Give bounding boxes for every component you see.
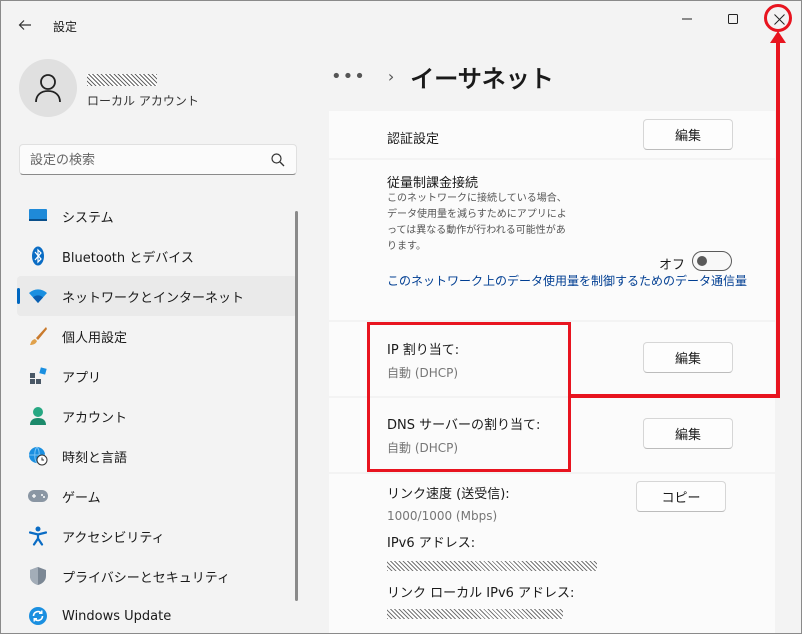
sidebar-item-label: Windows Update <box>62 608 172 624</box>
sidebar-item-label: ゲーム <box>62 490 101 506</box>
shield-icon <box>27 565 49 587</box>
metered-connection-row: 従量制課金接続 このネットワークに接続している場合、データ使用量を減らすためにア… <box>329 160 775 320</box>
gamepad-icon <box>27 485 49 507</box>
sidebar-item-label: Bluetooth とデバイス <box>62 250 194 266</box>
avatar[interactable] <box>19 59 77 117</box>
sidebar-item-label: 時刻と言語 <box>62 450 128 466</box>
settings-window: 設定 ローカル アカウント 設定の検索 システム Bluetooth とデバイス… <box>0 0 802 634</box>
sidebar-item-apps[interactable]: アプリ <box>17 356 297 396</box>
metered-connection-toggle[interactable] <box>692 251 732 271</box>
sidebar-item-network[interactable]: ネットワークとインターネット <box>17 276 297 316</box>
bluetooth-icon <box>27 245 49 267</box>
sidebar-nav: システム Bluetooth とデバイス ネットワークとインターネット 個人用設… <box>17 196 297 633</box>
ipv6-address-label: IPv6 アドレス: <box>387 536 476 551</box>
sidebar-item-windows-update[interactable]: Windows Update <box>17 596 297 633</box>
sidebar-item-label: アプリ <box>62 370 102 386</box>
auth-settings-label: 認証設定 <box>387 132 440 147</box>
connection-properties: リンク速度 (送受信): 1000/1000 (Mbps) コピー IPv6 ア… <box>329 474 775 633</box>
globe-clock-icon <box>27 445 49 467</box>
annotation-close-ring <box>764 4 792 32</box>
account-type: ローカル アカウント <box>87 94 199 108</box>
ip-edit-button[interactable]: 編集 <box>643 342 733 373</box>
sidebar-scrollbar[interactable] <box>295 211 298 601</box>
sidebar-item-accessibility[interactable]: アクセシビリティ <box>17 516 297 556</box>
metered-toggle-state: オフ <box>659 258 686 273</box>
metered-connection-description: このネットワークに接続している場合、データ使用量を減らすためにアプリによっては異… <box>387 193 567 252</box>
back-button[interactable] <box>11 11 39 39</box>
sidebar-item-label: アカウント <box>62 410 128 426</box>
copy-button[interactable]: コピー <box>636 481 726 512</box>
sidebar-item-gaming[interactable]: ゲーム <box>17 476 297 516</box>
chevron-right-icon: › <box>387 66 395 86</box>
sidebar-item-system[interactable]: システム <box>17 196 297 236</box>
link-local-ipv6-redacted <box>387 609 563 619</box>
page-title: イーサネット <box>410 64 554 93</box>
minimize-button[interactable] <box>667 5 707 33</box>
annotation-arrow-vertical <box>776 41 780 398</box>
data-usage-link[interactable]: このネットワーク上のデータ使用量を制御するためのデータ通信量 <box>387 272 747 289</box>
accessibility-icon <box>27 525 49 547</box>
sidebar-item-privacy[interactable]: プライバシーとセキュリティ <box>17 556 297 596</box>
account-icon <box>27 405 49 427</box>
search-icon[interactable] <box>270 152 286 168</box>
sidebar-item-personalization[interactable]: 個人用設定 <box>17 316 297 356</box>
link-speed-value: 1000/1000 (Mbps) <box>387 509 498 523</box>
user-name-redacted <box>87 74 157 86</box>
sidebar-item-label: アクセシビリティ <box>62 530 165 546</box>
toggle-knob <box>697 256 707 266</box>
title-bar: 設定 <box>1 1 801 47</box>
sidebar-item-label: システム <box>62 210 114 226</box>
sidebar-item-label: 個人用設定 <box>62 330 128 346</box>
app-title: 設定 <box>53 20 78 34</box>
auth-edit-button[interactable]: 編集 <box>643 119 733 150</box>
annotation-arrow-horizontal <box>571 394 780 398</box>
apps-icon <box>27 365 49 387</box>
annotation-highlight-box <box>367 322 571 472</box>
maximize-icon <box>728 14 738 24</box>
auth-settings-row: 認証設定 編集 <box>329 111 775 158</box>
system-icon <box>27 205 49 227</box>
maximize-button[interactable] <box>713 5 753 33</box>
dns-edit-button[interactable]: 編集 <box>643 418 733 449</box>
link-local-ipv6-label: リンク ローカル IPv6 アドレス: <box>387 586 575 601</box>
link-speed-label: リンク速度 (送受信): <box>387 487 510 502</box>
person-icon <box>35 74 61 103</box>
brush-icon <box>27 325 49 347</box>
sidebar-item-bluetooth[interactable]: Bluetooth とデバイス <box>17 236 297 276</box>
search-input[interactable] <box>30 151 260 169</box>
breadcrumb: ••• › イーサネット <box>331 59 554 93</box>
ipv6-address-redacted <box>387 561 597 571</box>
metered-connection-label: 従量制課金接続 <box>387 176 479 191</box>
sidebar-item-label: ネットワークとインターネット <box>62 290 245 306</box>
minimize-icon <box>682 18 692 20</box>
update-icon <box>27 605 49 627</box>
breadcrumb-more-button[interactable]: ••• <box>331 66 366 87</box>
arrow-left-icon <box>18 20 31 30</box>
network-icon <box>27 285 49 307</box>
sidebar-item-time-language[interactable]: 時刻と言語 <box>17 436 297 476</box>
annotation-arrow-head <box>770 31 786 43</box>
sidebar-item-accounts[interactable]: アカウント <box>17 396 297 436</box>
sidebar-item-label: プライバシーとセキュリティ <box>62 570 230 586</box>
search-box[interactable] <box>19 144 297 175</box>
